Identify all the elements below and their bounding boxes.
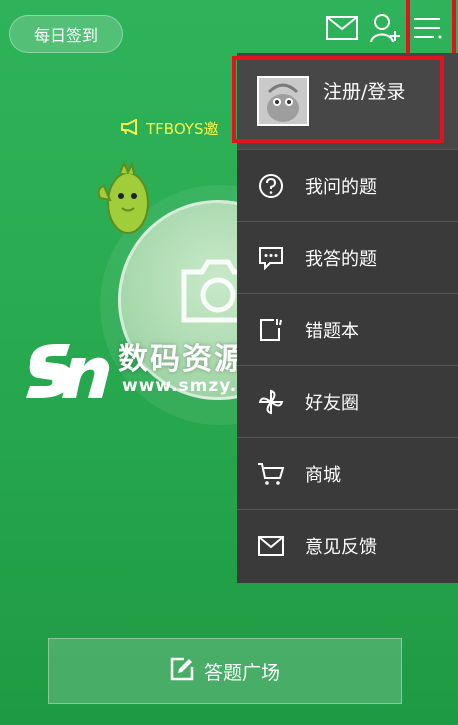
mail-icon[interactable] xyxy=(322,10,362,46)
mascot-icon xyxy=(96,158,156,242)
menu-item-label: 我答的题 xyxy=(305,248,377,270)
cart-icon xyxy=(257,460,285,488)
menu-item-label: 错题本 xyxy=(305,320,359,342)
answer-plaza-button[interactable]: 答题广场 xyxy=(48,638,402,704)
megaphone-icon xyxy=(120,117,140,139)
menu-item-label: 商城 xyxy=(305,464,341,486)
menu-item-my-questions[interactable]: 我问的题 xyxy=(237,149,458,221)
edit-icon xyxy=(170,657,194,686)
chat-icon xyxy=(257,244,285,272)
menu-item-feedback[interactable]: 意见反馈 xyxy=(237,509,458,581)
envelope-icon xyxy=(257,532,285,560)
daily-checkin-label: 每日签到 xyxy=(33,26,98,45)
pinwheel-icon xyxy=(257,388,285,416)
menu-item-label: 好友圈 xyxy=(305,392,359,414)
announcement[interactable]: TFBOYS邀 xyxy=(120,117,219,139)
menu-item-shop[interactable]: 商城 xyxy=(237,437,458,509)
menu-item-friends-circle[interactable]: 好友圈 xyxy=(237,365,458,437)
answer-plaza-label: 答题广场 xyxy=(203,661,280,684)
login-highlight-box xyxy=(232,56,444,143)
menu-item-my-answers[interactable]: 我答的题 xyxy=(237,221,458,293)
menu-item-wrong-answers[interactable]: 错题本 xyxy=(237,293,458,365)
notebook-icon xyxy=(257,316,285,344)
question-icon xyxy=(257,172,285,200)
menu-item-label: 我问的题 xyxy=(305,176,377,198)
daily-checkin-button[interactable]: 每日签到 xyxy=(9,15,123,53)
announcement-text: TFBOYS邀 xyxy=(146,120,219,138)
add-user-icon[interactable] xyxy=(366,10,406,46)
menu-item-label: 意见反馈 xyxy=(305,536,377,558)
watermark-logo-icon xyxy=(26,334,110,408)
